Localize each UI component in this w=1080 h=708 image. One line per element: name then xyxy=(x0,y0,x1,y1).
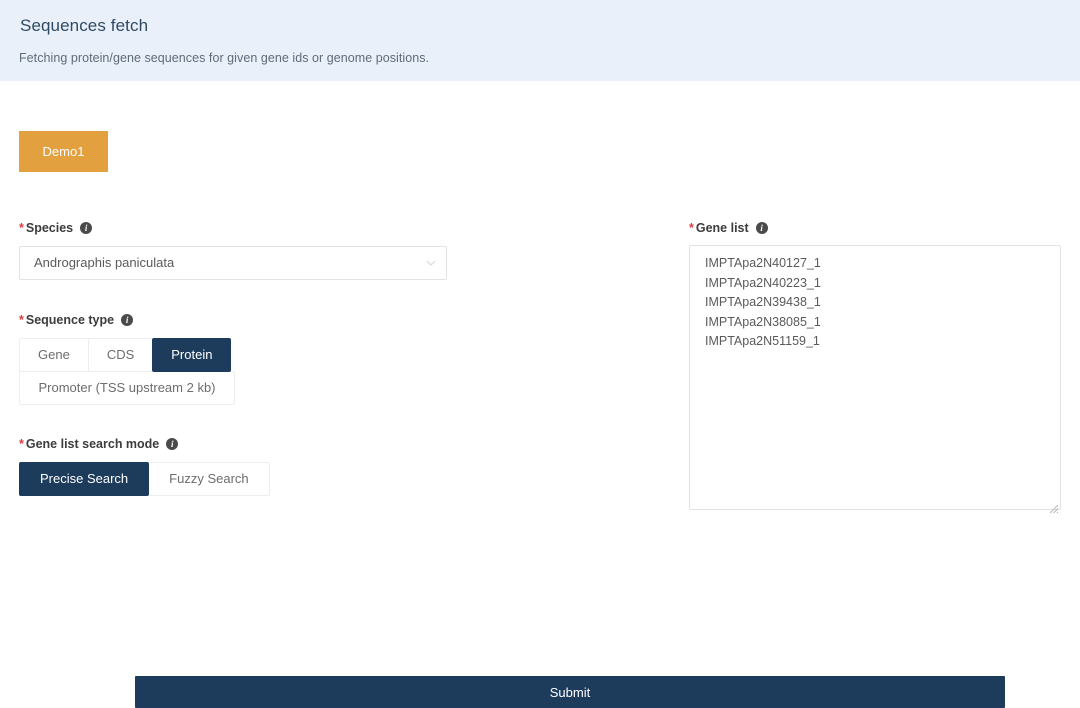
search-mode-button-group: Precise Search Fuzzy Search xyxy=(19,462,272,496)
search-mode-option-precise[interactable]: Precise Search xyxy=(19,462,150,496)
info-icon[interactable]: i xyxy=(755,222,768,234)
page-subtitle: Fetching protein/gene sequences for give… xyxy=(19,51,430,65)
submit-button[interactable]: Submit xyxy=(135,676,1005,708)
sequence-type-option-promoter[interactable]: Promoter (TSS upstream 2 kb) xyxy=(19,371,235,405)
species-select[interactable]: Andrographis paniculata xyxy=(19,246,447,280)
form-column-right: * Gene list i xyxy=(689,172,1061,515)
form-area: Demo1 * Species i Andrographis paniculata xyxy=(0,81,1080,708)
search-mode-label: * Gene list search mode i xyxy=(19,437,689,451)
sequence-type-button-group: Gene CDS Protein Promoter (TSS upstream … xyxy=(19,338,258,405)
page-title: Sequences fetch xyxy=(20,16,149,35)
field-search-mode: * Gene list search mode i Precise Search … xyxy=(19,437,689,496)
search-mode-option-fuzzy[interactable]: Fuzzy Search xyxy=(148,462,270,496)
species-label: * Species i xyxy=(19,221,689,235)
demo1-button[interactable]: Demo1 xyxy=(19,131,108,172)
form-columns: * Species i Andrographis paniculata * Sequ… xyxy=(19,172,1061,515)
field-gene-list: * Gene list i xyxy=(689,221,1061,515)
sequence-type-option-protein[interactable]: Protein xyxy=(152,338,232,372)
info-icon[interactable]: i xyxy=(121,314,134,326)
required-asterisk: * xyxy=(689,221,694,235)
form-column-left: * Species i Andrographis paniculata * Sequ… xyxy=(19,172,689,496)
search-mode-label-text: Gene list search mode xyxy=(25,437,160,451)
species-select-wrap: Andrographis paniculata xyxy=(19,246,447,280)
sequence-type-label: * Sequence type i xyxy=(19,313,689,327)
sequence-type-option-cds[interactable]: CDS xyxy=(87,338,154,372)
gene-list-textarea-wrap xyxy=(689,245,1061,515)
field-sequence-type: * Sequence type i Gene CDS Protein Promot… xyxy=(19,313,689,405)
required-asterisk: * xyxy=(19,313,24,327)
field-species: * Species i Andrographis paniculata xyxy=(19,221,689,280)
required-asterisk: * xyxy=(19,437,24,451)
gene-list-input[interactable] xyxy=(689,245,1061,510)
required-asterisk: * xyxy=(19,221,24,235)
submit-row: Submit xyxy=(135,676,1005,708)
sequence-type-option-gene[interactable]: Gene xyxy=(19,338,89,372)
page-header: Sequences fetch Fetching protein/gene se… xyxy=(0,0,1080,81)
info-icon[interactable]: i xyxy=(80,222,93,234)
gene-list-label-text: Gene list xyxy=(695,221,749,235)
gene-list-label: * Gene list i xyxy=(689,221,1061,235)
demo-row: Demo1 xyxy=(19,81,1061,172)
species-label-text: Species xyxy=(25,221,74,235)
sequence-type-label-text: Sequence type xyxy=(25,313,115,327)
info-icon[interactable]: i xyxy=(166,438,179,450)
